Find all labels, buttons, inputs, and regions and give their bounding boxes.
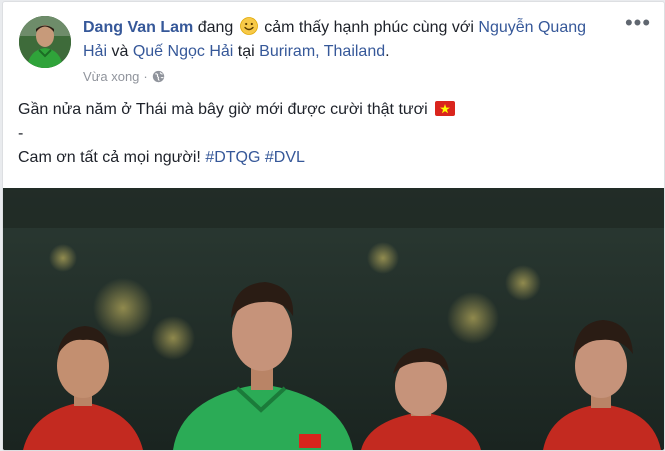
post-text-line-1: Gần nửa năm ở Thái mà bây giờ mới được c… bbox=[18, 101, 428, 118]
more-options-icon[interactable]: ••• bbox=[623, 12, 653, 34]
avatar-photo bbox=[19, 16, 71, 68]
tagged-person-2[interactable]: Quế Ngọc Hải bbox=[133, 43, 234, 60]
timestamp[interactable]: Vừa xong bbox=[83, 69, 139, 84]
author-name[interactable]: Dang Van Lam bbox=[83, 19, 193, 36]
location-prefix: tại bbox=[237, 43, 255, 60]
team-players-photo bbox=[3, 188, 664, 450]
smiling-face-emoji-icon bbox=[239, 17, 258, 35]
post-text: Gần nửa năm ở Thái mà bây giờ mới được c… bbox=[18, 98, 648, 170]
post-photo[interactable] bbox=[3, 188, 664, 450]
post-meta: Vừa xong · bbox=[83, 69, 165, 84]
vietnam-flag-icon bbox=[435, 101, 456, 116]
post-header: Dang Van Lam đang cảm thấy hạnh phúc cùn… bbox=[83, 16, 608, 64]
hashtag-dtqg[interactable]: #DTQG bbox=[205, 149, 260, 166]
location-suffix: . bbox=[385, 43, 390, 60]
facebook-post: Dang Van Lam đang cảm thấy hạnh phúc cùn… bbox=[2, 1, 665, 451]
location-link[interactable]: Buriram, Thailand bbox=[259, 43, 385, 60]
post-text-line-3: Cam ơn tất cả mọi người! bbox=[18, 149, 201, 166]
avatar[interactable] bbox=[19, 16, 71, 68]
meta-separator: · bbox=[143, 69, 148, 84]
feeling-text: cảm thấy hạnh phúc cùng với bbox=[264, 19, 474, 36]
conjunction: và bbox=[111, 43, 129, 60]
globe-icon[interactable] bbox=[152, 70, 165, 83]
post-text-line-2: - bbox=[18, 125, 24, 142]
hashtag-dvl[interactable]: #DVL bbox=[265, 149, 305, 166]
feeling-prefix: đang bbox=[197, 19, 234, 36]
